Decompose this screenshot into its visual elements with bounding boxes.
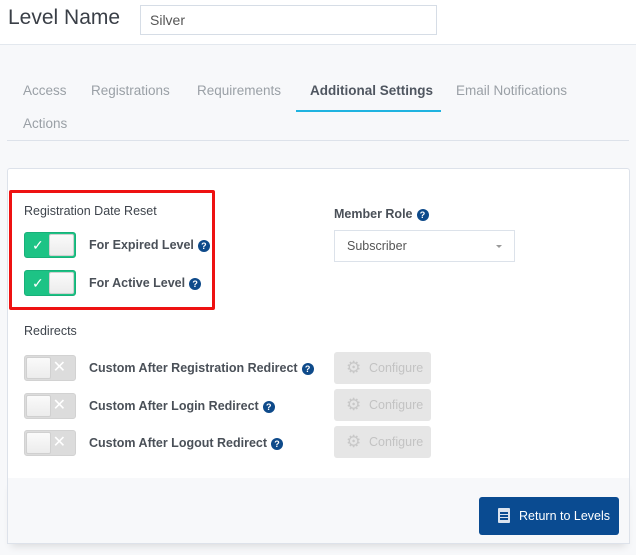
member-role-label: Member Role — [334, 207, 413, 221]
logout-redirect-toggle[interactable]: ✕ — [24, 430, 76, 456]
configure-label: Configure — [369, 361, 424, 375]
tab-registrations[interactable]: Registrations — [91, 83, 170, 98]
toggle-knob — [26, 357, 51, 379]
cross-icon: ✕ — [52, 359, 66, 376]
login-redirect-label: Custom After Login Redirect — [89, 399, 259, 413]
return-to-levels-label: Return to Levels — [519, 509, 611, 523]
registration-redirect-option: Custom After Registration Redirect? — [89, 361, 314, 375]
active-tab-indicator — [296, 110, 441, 112]
configure-label: Configure — [369, 435, 424, 449]
tab-email-notifications[interactable]: Email Notifications — [456, 83, 567, 98]
configure-label: Configure — [369, 398, 424, 412]
help-icon[interactable]: ? — [301, 363, 314, 375]
help-icon[interactable]: ? — [416, 209, 429, 221]
gear-icon: ⚙ — [346, 395, 362, 414]
configure-logout-redirect-button[interactable]: ⚙ Configure — [334, 426, 431, 458]
cross-icon: ✕ — [52, 434, 66, 451]
cross-icon: ✕ — [52, 397, 66, 414]
logout-redirect-option: Custom After Logout Redirect? — [89, 436, 284, 450]
configure-registration-redirect-button[interactable]: ⚙ Configure — [334, 352, 431, 384]
gear-icon: ⚙ — [346, 432, 362, 451]
highlight-annotation — [9, 190, 215, 310]
help-icon[interactable]: ? — [262, 401, 275, 413]
logout-redirect-label: Custom After Logout Redirect — [89, 436, 268, 450]
login-redirect-toggle[interactable]: ✕ — [24, 393, 76, 419]
list-document-icon — [498, 508, 510, 523]
return-to-levels-button[interactable]: Return to Levels — [479, 497, 619, 535]
tab-requirements[interactable]: Requirements — [197, 83, 281, 98]
member-role-heading: Member Role? — [334, 207, 429, 221]
redirects-title: Redirects — [24, 324, 77, 338]
tab-additional-settings[interactable]: Additional Settings — [310, 83, 433, 98]
gear-icon: ⚙ — [346, 358, 362, 377]
help-icon[interactable]: ? — [271, 438, 284, 450]
chevron-down-icon — [496, 245, 502, 248]
tab-access[interactable]: Access — [23, 83, 67, 98]
level-header: Level Name — [0, 0, 636, 45]
toggle-knob — [26, 395, 51, 417]
login-redirect-option: Custom After Login Redirect? — [89, 399, 275, 413]
registration-redirect-label: Custom After Registration Redirect — [89, 361, 298, 375]
member-role-select[interactable]: Subscriber — [334, 230, 515, 262]
toggle-knob — [26, 432, 51, 454]
tab-actions[interactable]: Actions — [23, 116, 67, 131]
level-name-input[interactable] — [140, 5, 437, 35]
level-name-label: Level Name — [8, 6, 121, 29]
registration-redirect-toggle[interactable]: ✕ — [24, 355, 76, 381]
configure-login-redirect-button[interactable]: ⚙ Configure — [334, 389, 431, 421]
member-role-value: Subscriber — [347, 239, 407, 253]
tabs-divider — [7, 140, 629, 141]
